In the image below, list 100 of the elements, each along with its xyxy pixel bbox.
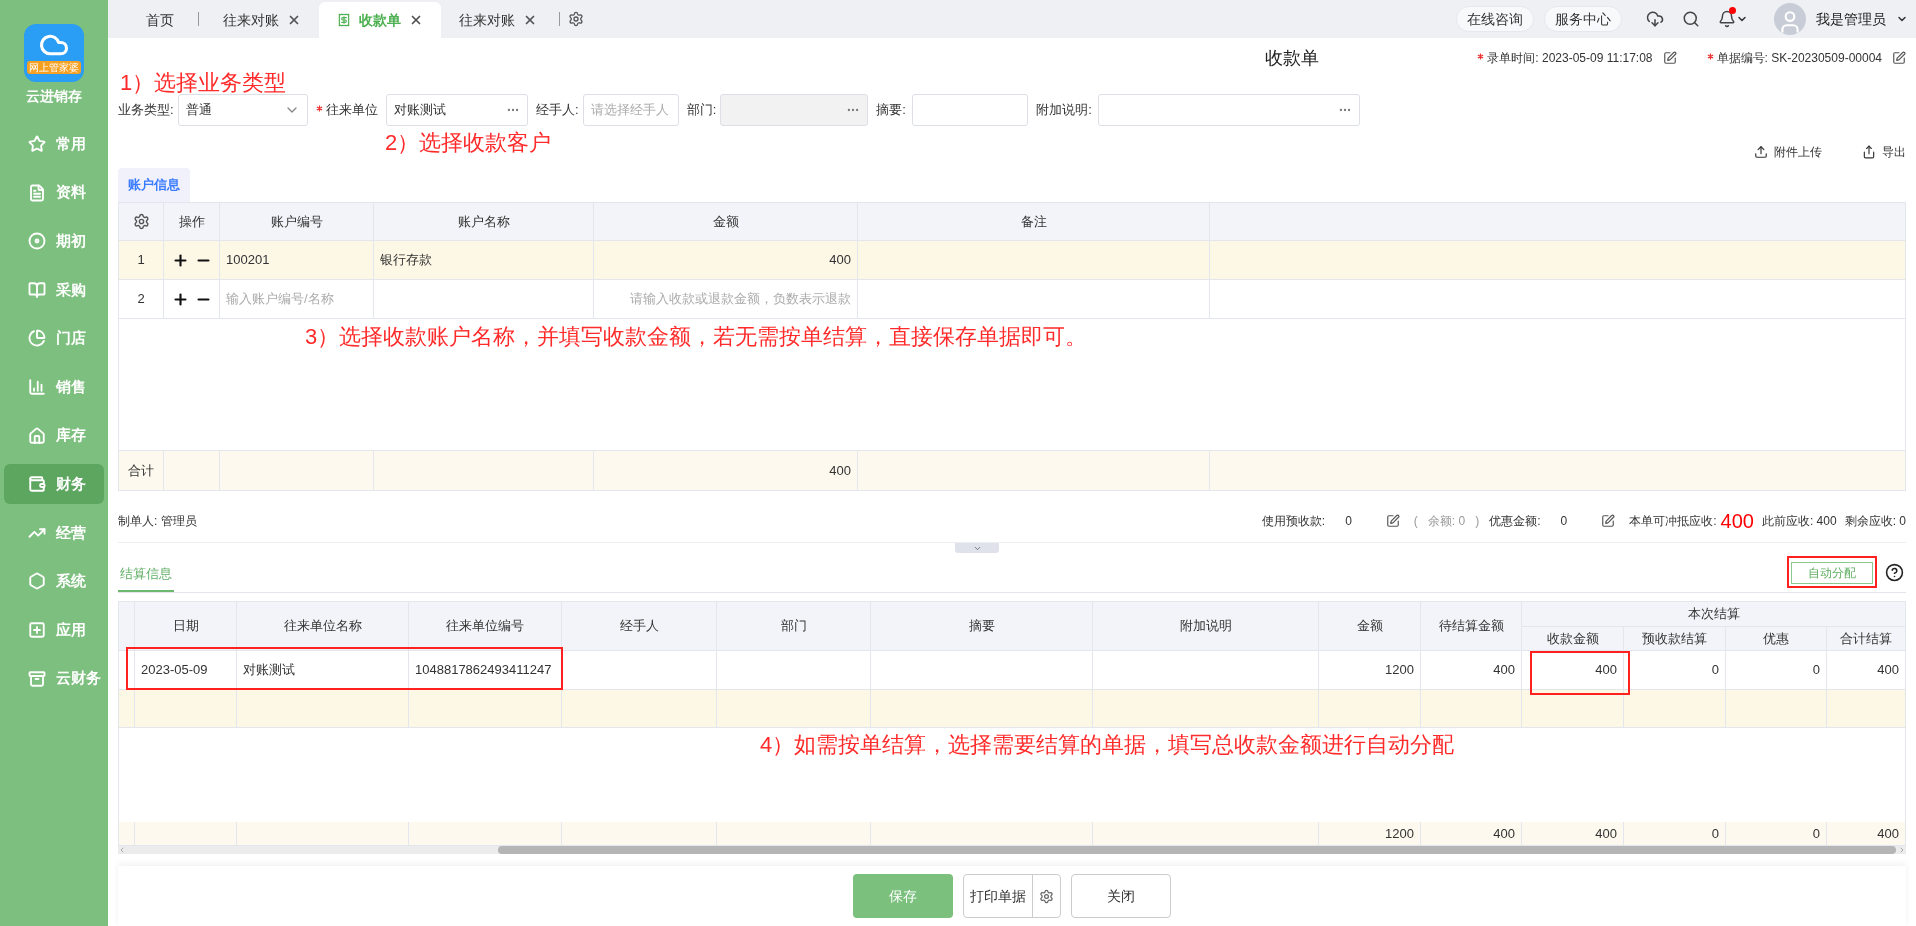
horizontal-scrollbar[interactable] [118,846,1906,854]
nav-item[interactable]: 经营 [4,512,104,553]
upload-attachment-button[interactable]: 附件上传 [1754,143,1822,161]
column-header: 备注 [857,202,1210,241]
close-button[interactable]: 关闭 [1071,874,1171,918]
column-header: 往来单位编号 [408,601,562,651]
close-icon[interactable] [523,13,537,27]
field-label: 部门: [686,101,718,120]
total-label: 合计 [118,450,164,491]
row-number: 2 [118,279,164,319]
edit-icon[interactable] [1662,51,1677,65]
annotation-text: 4）如需按单结算，选择需要结算的单据，填写总收款金额进行自动分配 [760,731,1455,759]
nav-item[interactable]: 系统 [4,561,104,602]
nav-item[interactable]: 云财务 [4,658,104,699]
offset-label: 本单可冲抵应收: [1629,512,1717,530]
required-asterisk-icon [316,104,323,112]
annotation-text: 1）选择业务类型 [120,69,287,97]
amount-input-placeholder[interactable]: 请输入收款或退款金额，负数表示退款 [630,291,851,307]
add-row-icon[interactable] [171,290,189,308]
star-icon [28,135,46,153]
nav-item[interactable]: 销售 [4,366,104,407]
add-row-icon[interactable] [171,251,189,269]
share-icon [1862,145,1876,159]
nav-item[interactable]: 门店 [4,318,104,359]
nav-item[interactable]: 应用 [4,609,104,650]
column-header: 账户名称 [373,202,594,241]
section-tab[interactable]: 结算信息 [118,562,174,592]
table-cell: 1200 [1385,662,1414,678]
header-link[interactable]: 在线咨询 [1456,6,1534,32]
edit-icon[interactable] [1601,513,1616,528]
nav-item[interactable]: 财务 [4,464,104,505]
edit-icon[interactable] [1385,513,1400,528]
save-button[interactable]: 保存 [853,874,953,918]
column-header: 优惠 [1725,626,1827,651]
document-icon [28,183,46,202]
column-header: 账户编号 [219,202,374,241]
table-cell: 400 [1877,662,1899,678]
column-header: 待结算金额 [1420,601,1522,651]
logo-badge: 网上管家婆 [27,61,81,74]
input-field[interactable] [912,94,1029,126]
user-name[interactable]: 我是管理员 [1816,8,1886,30]
column-header: 收款金额 [1521,626,1624,651]
nav-item[interactable]: 采购 [4,269,104,310]
close-icon[interactable] [409,13,423,27]
input-field[interactable]: 请选择经手人 [582,94,679,126]
column-header: 操作 [163,202,220,241]
cloud-download-icon[interactable] [1646,10,1664,28]
account-input-placeholder[interactable]: 输入账户编号/名称 [226,291,334,307]
settings-icon[interactable] [132,213,150,230]
total-cell: 0 [1711,825,1719,841]
table-cell: 0 [1711,662,1719,678]
meta-text: 单据编号: SK-20230509-00004 [1706,49,1882,67]
balance-text: ( 余额: 0 ) [1413,512,1480,530]
prepaid-label: 使用预收款: [1261,512,1326,530]
meta-text: 录单时间: 2023-05-09 11:17:08 [1477,49,1653,67]
settings-icon[interactable] [568,11,584,27]
column-header: 合计结算 [1826,626,1906,651]
upload-icon [1754,145,1768,159]
column-header: 日期 [134,601,237,651]
field-label: 经手人: [536,101,580,120]
nav-item[interactable]: 常用 [4,124,104,164]
header-link[interactable]: 服务中心 [1544,6,1622,32]
field-label: 摘要: [876,101,907,120]
notification-bell[interactable] [1718,10,1748,28]
select-field[interactable]: 普通 [178,94,308,126]
disc-icon [28,232,46,251]
input-field[interactable]: 对账测试 [386,94,528,126]
collapse-handle[interactable] [955,543,999,553]
page-tab[interactable]: 往来对账 [441,2,555,38]
section-tab[interactable]: 账户信息 [118,168,190,202]
book-icon [28,280,46,299]
annotation-text: 3）选择收款账户名称，并填写收款金额，若无需按单结算，直接保存单据即可。 [305,323,1088,351]
offset-value: 400 [1720,508,1754,534]
table-cell: 0 [1812,662,1820,678]
nav-item[interactable]: 期初 [4,221,104,262]
table-cell: 对账测试 [243,662,295,678]
table-cell: 400 [1595,662,1617,678]
help-icon[interactable] [1885,562,1904,582]
nav-item[interactable]: 资料 [4,172,104,213]
page-tab[interactable]: 往来对账 [205,2,319,38]
archive-icon [28,669,46,688]
nav-item[interactable]: 库存 [4,415,104,456]
page-tab[interactable]: 首页 [128,2,192,38]
close-icon[interactable] [287,13,301,27]
input-field[interactable] [1098,94,1361,126]
creator-text: 制单人: 管理员 [118,512,197,530]
edit-icon[interactable] [1892,51,1906,65]
field-label: 附加说明: [1036,101,1093,120]
previous-receivable: 此前应收: 400 [1761,512,1837,530]
bar-chart-icon [28,377,46,396]
auto-allocate-button[interactable]: 自动分配 [1791,562,1873,584]
search-icon[interactable] [1682,10,1700,28]
group-header: 本次结算 [1521,601,1906,627]
page-tab[interactable]: 收款单 [319,2,441,38]
required-asterisk-icon [1706,52,1714,60]
export-button[interactable]: 导出 [1862,143,1906,161]
column-header: 金额 [1318,601,1421,651]
wallet-icon [28,475,46,494]
scrollbar-thumb[interactable] [498,846,1896,854]
column-header: 往来单位名称 [236,601,409,651]
